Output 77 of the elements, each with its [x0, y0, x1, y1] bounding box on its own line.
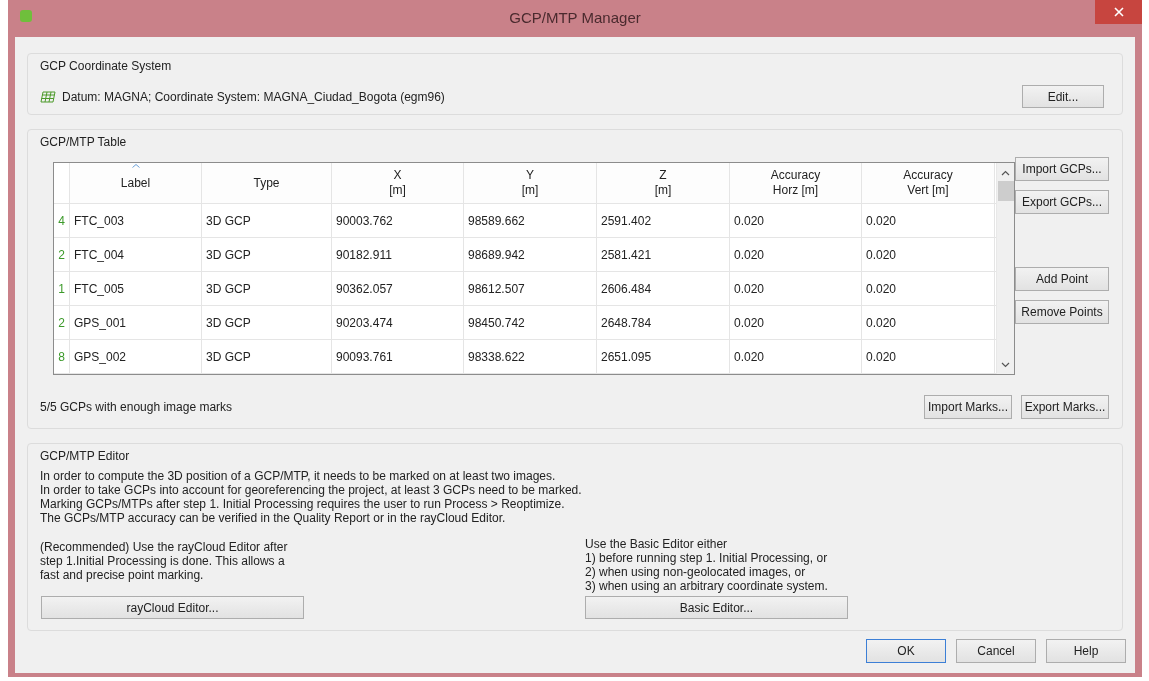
info-text: Use the Basic Editor either: [585, 537, 728, 551]
table-cell-text: 3D GCP: [206, 314, 251, 332]
table-cell-text: GPS_002: [74, 348, 127, 366]
info-text: (Recommended) Use the rayCloud Editor after: [40, 540, 288, 554]
scroll-down-icon: [1001, 362, 1010, 368]
table-cell-text: 3D GCP: [206, 212, 251, 230]
table-cell-text: 2591.402: [601, 212, 652, 230]
marks-button[interactable]: Import Marks...: [924, 395, 1012, 419]
table-cell-text: 0.020: [866, 314, 897, 332]
table-cell-text: 0.020: [866, 348, 897, 366]
image-mark-count: 4: [54, 204, 70, 237]
table-cell-text: 0.020: [866, 280, 897, 298]
table-cell-text: FTC_004: [74, 246, 125, 264]
table-cell-text: 0.020: [734, 280, 765, 298]
table-cell-text: 0.020: [734, 348, 765, 366]
grid-icon: [40, 90, 56, 103]
table-cell-text: 0.020: [866, 212, 897, 230]
image-mark-count: 1: [54, 272, 70, 305]
dialog-button[interactable]: Cancel: [956, 639, 1036, 663]
table-cell-text: 98612.507: [468, 280, 525, 298]
group-title: GCP/MTP Table: [40, 134, 127, 151]
side-button[interactable]: Import GCPs...: [1015, 157, 1109, 181]
basic-editor-button[interactable]: Basic Editor...: [585, 596, 848, 619]
dialog-button[interactable]: Help: [1046, 639, 1126, 663]
info-text: The GCPs/MTP accuracy can be verified in the Quality Report or in the rayCloud Editor.: [40, 511, 506, 525]
table-cell-text: 90203.474: [336, 314, 393, 332]
table-cell-text: 3D GCP: [206, 246, 251, 264]
info-text: In order to take GCPs into account for georeferencing the project, at least 3 GCPs need to be marked.: [40, 483, 582, 497]
table-cell-text: 98450.742: [468, 314, 525, 332]
info-text: step 1.Initial Processing is done. This allows a: [40, 554, 285, 568]
table-cell-text: 90003.762: [336, 212, 393, 230]
side-button[interactable]: Add Point: [1015, 267, 1109, 291]
edit-button[interactable]: Edit...: [1022, 85, 1104, 108]
table-cell-text: 90093.761: [336, 348, 393, 366]
table-cell-text: 0.020: [734, 314, 765, 332]
marks-button[interactable]: Export Marks...: [1021, 395, 1109, 419]
info-text: fast and precise point marking.: [40, 568, 204, 582]
table-cell-text: GPS_001: [74, 314, 127, 332]
group-title: GCP/MTP Editor: [40, 448, 130, 465]
group-title: GCP Coordinate System: [40, 58, 172, 75]
info-text: 3) when using an arbitrary coordinate system.: [585, 579, 828, 593]
info-text: Marking GCPs/MTPs after step 1. Initial Processing requires the user to run Process > Reoptimize.: [40, 497, 565, 511]
info-text: 2) when using non-geolocated images, or: [585, 565, 806, 579]
side-button[interactable]: Export GCPs...: [1015, 190, 1109, 214]
table-cell-text: 2581.421: [601, 246, 652, 264]
table-cell-text: FTC_005: [74, 280, 125, 298]
window-title: GCP/MTP Manager: [509, 8, 641, 29]
table-cell-text: 3D GCP: [206, 348, 251, 366]
table-cell-text: 0.020: [734, 246, 765, 264]
table-cell-text: 2606.484: [601, 280, 652, 298]
close-button[interactable]: [1095, 0, 1142, 24]
info-text: 1) before running step 1. Initial Processing, or: [585, 551, 828, 565]
scroll-up-icon: [1001, 170, 1010, 176]
table-cell-text: 98689.942: [468, 246, 525, 264]
table-cell-text: 98338.622: [468, 348, 525, 366]
table-cell-text: 98589.662: [468, 212, 525, 230]
table-cell-text: 0.020: [734, 212, 765, 230]
raycloud-editor-button[interactable]: rayCloud Editor...: [41, 596, 304, 619]
scrollbar[interactable]: [996, 163, 1014, 374]
info-text: In order to compute the 3D position of a GCP/MTP, it needs to be marked on at least two images.: [40, 469, 556, 483]
dialog-button[interactable]: OK: [866, 639, 946, 663]
coordinate-system-text: Datum: MAGNA; Coordinate System: MAGNA_Ciudad_Bogota (egm96): [62, 88, 445, 106]
side-button[interactable]: Remove Points: [1015, 300, 1109, 324]
image-mark-count: 8: [54, 340, 70, 373]
table-cell-text: FTC_003: [74, 212, 125, 230]
table-cell-text: 2648.784: [601, 314, 652, 332]
table-cell-text: 2651.095: [601, 348, 652, 366]
status-text: 5/5 GCPs with enough image marks: [40, 399, 233, 416]
table-cell-text: 90362.057: [336, 280, 393, 298]
table-cell-text: 90182.911: [336, 246, 392, 264]
image-mark-count: 2: [54, 238, 70, 271]
close-icon: [1113, 7, 1124, 17]
table-cell-text: 0.020: [866, 246, 897, 264]
table-cell-text: 3D GCP: [206, 280, 251, 298]
scroll-thumb[interactable]: [997, 181, 1014, 201]
image-mark-count: 2: [54, 306, 70, 339]
app-icon: [19, 9, 33, 23]
